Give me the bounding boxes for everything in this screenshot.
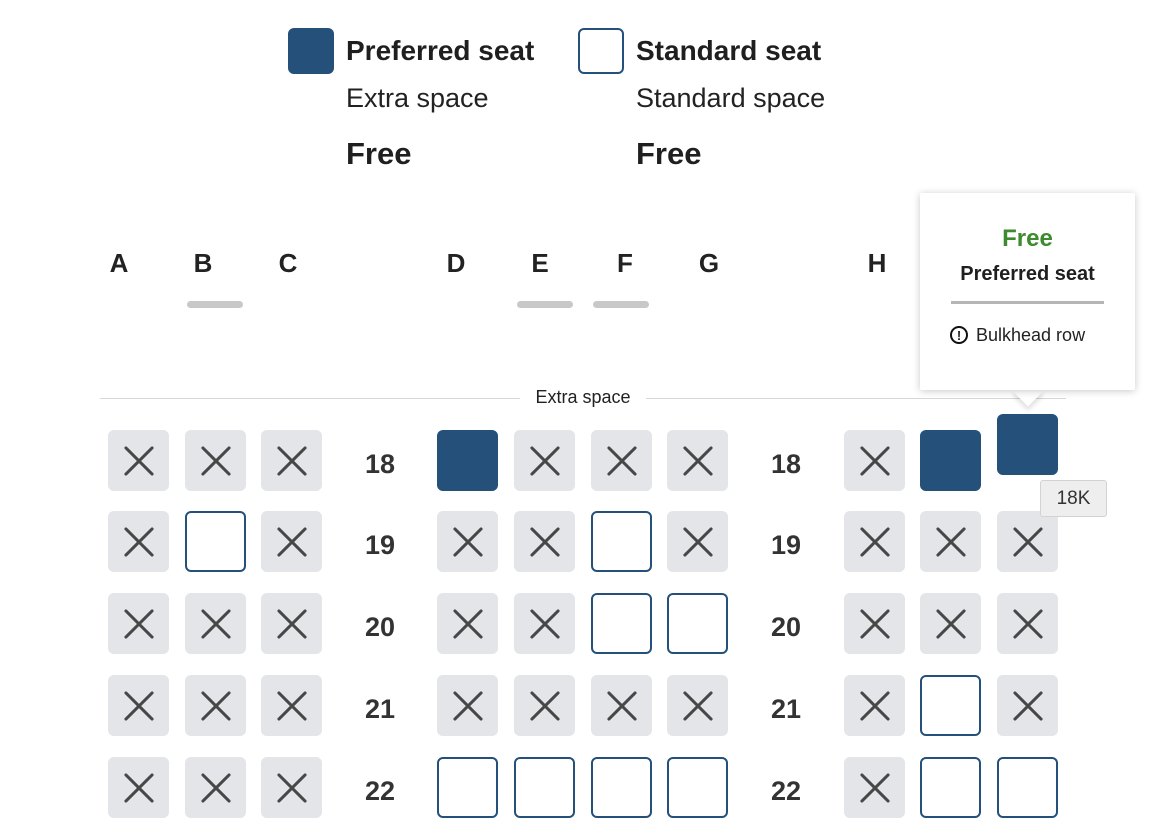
row-number: 21 xyxy=(770,694,802,724)
seat-21h-blocked xyxy=(844,675,905,736)
row-number: 18 xyxy=(770,449,802,479)
seat-20c-blocked xyxy=(261,593,322,654)
seat-18j-preferred[interactable] xyxy=(920,430,981,491)
seat-19a-blocked xyxy=(108,511,169,572)
seat-21d-blocked xyxy=(437,675,498,736)
seat-18h-blocked xyxy=(844,430,905,491)
seat-18e-blocked xyxy=(514,430,575,491)
seat-18g-blocked xyxy=(667,430,728,491)
seat-18d-preferred[interactable] xyxy=(437,430,498,491)
seat-18b-blocked xyxy=(185,430,246,491)
seat-21f-blocked xyxy=(591,675,652,736)
column-letter-g: G xyxy=(698,248,720,278)
column-letter-b: B xyxy=(193,248,213,278)
seat-22h-blocked xyxy=(844,757,905,818)
tooltip-price: Free xyxy=(1002,225,1053,252)
column-letter-f: F xyxy=(617,248,633,278)
seat-20f-standard[interactable] xyxy=(591,593,652,654)
legend-price: Free xyxy=(636,136,702,171)
seat-21e-blocked xyxy=(514,675,575,736)
seat-19j-blocked xyxy=(920,511,981,572)
column-letter-c: C xyxy=(278,248,298,278)
seat-19d-blocked xyxy=(437,511,498,572)
seat-20h-blocked xyxy=(844,593,905,654)
seat-22b-blocked xyxy=(185,757,246,818)
legend-title: Preferred seat xyxy=(346,35,535,66)
seat-19k-blocked xyxy=(997,511,1058,572)
seat-22f-standard[interactable] xyxy=(591,757,652,818)
seat-21c-blocked xyxy=(261,675,322,736)
legend-price: Free xyxy=(346,136,412,171)
seat-20g-standard[interactable] xyxy=(667,593,728,654)
seat-19b-standard[interactable] xyxy=(185,511,246,572)
row-number: 20 xyxy=(364,612,396,642)
seat-22g-standard[interactable] xyxy=(667,757,728,818)
row-number: 22 xyxy=(364,776,396,806)
seat-21b-blocked xyxy=(185,675,246,736)
column-bar xyxy=(517,301,573,308)
seat-tooltip: Free Preferred seat ! Bulkhead row xyxy=(920,193,1135,390)
preferred-seat-swatch xyxy=(288,28,334,74)
legend-description: Extra space xyxy=(346,83,489,113)
tooltip-note-text: Bulkhead row xyxy=(976,324,1086,345)
seat-20j-blocked xyxy=(920,593,981,654)
seat-22e-standard[interactable] xyxy=(514,757,575,818)
info-icon: ! xyxy=(950,326,968,344)
seat-18a-blocked xyxy=(108,430,169,491)
tooltip-note: ! Bulkhead row xyxy=(950,324,1085,346)
column-letter-a: A xyxy=(109,248,129,278)
row-number: 18 xyxy=(364,449,396,479)
seat-22k-standard[interactable] xyxy=(997,757,1058,818)
tooltip-arrow-cover xyxy=(1005,370,1051,390)
row-number: 19 xyxy=(364,530,396,560)
seat-19g-blocked xyxy=(667,511,728,572)
seat-19e-blocked xyxy=(514,511,575,572)
tooltip-seat-type: Preferred seat xyxy=(960,263,1095,285)
legend-description: Standard space xyxy=(636,83,826,113)
seat-20d-blocked xyxy=(437,593,498,654)
seat-21a-blocked xyxy=(108,675,169,736)
seat-20e-blocked xyxy=(514,593,575,654)
seat-18c-blocked xyxy=(261,430,322,491)
tooltip-divider xyxy=(951,301,1104,304)
column-letter-d: D xyxy=(446,248,466,278)
seat-18f-blocked xyxy=(591,430,652,491)
row-number: 22 xyxy=(770,776,802,806)
legend-title: Standard seat xyxy=(636,35,822,66)
row-number: 21 xyxy=(364,694,396,724)
column-letter-h: H xyxy=(867,248,887,278)
seat-19f-standard[interactable] xyxy=(591,511,652,572)
column-letter-e: E xyxy=(531,248,549,278)
column-bar xyxy=(187,301,243,308)
seat-21j-standard[interactable] xyxy=(920,675,981,736)
seat-21g-blocked xyxy=(667,675,728,736)
hover-seat-label: 18K xyxy=(1040,480,1107,517)
row-number: 20 xyxy=(770,612,802,642)
standard-seat-swatch xyxy=(578,28,624,74)
seat-22d-standard[interactable] xyxy=(437,757,498,818)
seat-21k-blocked xyxy=(997,675,1058,736)
seat-18k-preferred[interactable] xyxy=(997,414,1058,475)
seat-19c-blocked xyxy=(261,511,322,572)
seat-19h-blocked xyxy=(844,511,905,572)
row-number: 19 xyxy=(770,530,802,560)
seat-20b-blocked xyxy=(185,593,246,654)
seat-22c-blocked xyxy=(261,757,322,818)
seat-22a-blocked xyxy=(108,757,169,818)
column-bar xyxy=(593,301,649,308)
section-label: Extra space xyxy=(520,387,646,408)
seat-22j-standard[interactable] xyxy=(920,757,981,818)
seat-20k-blocked xyxy=(997,593,1058,654)
seat-20a-blocked xyxy=(108,593,169,654)
